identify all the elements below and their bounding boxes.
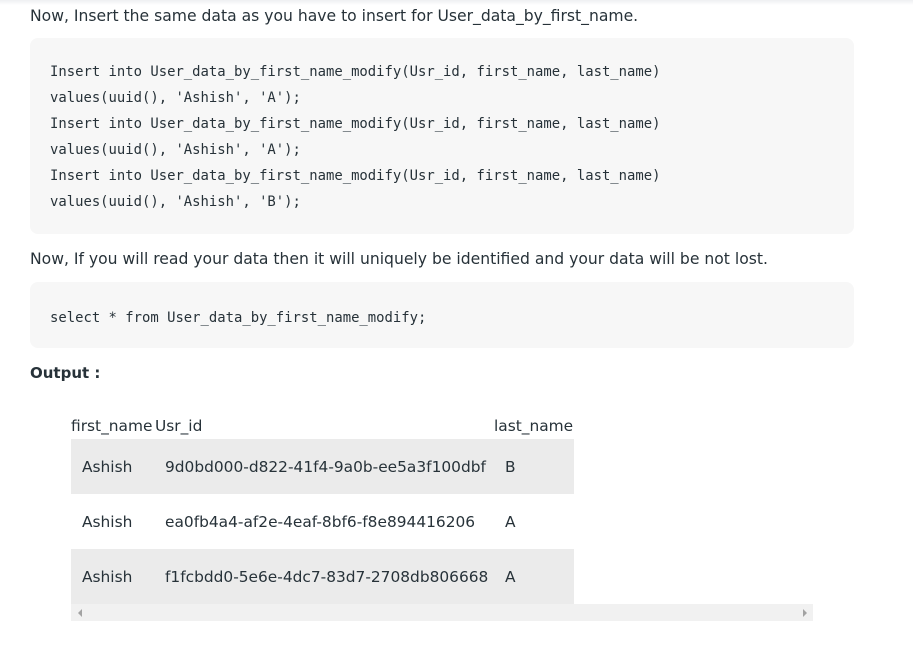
triangle-right-icon [802,608,807,617]
column-header-last-name: last_name [494,417,574,435]
cell-first-name: Ashish [82,568,133,586]
read-paragraph: Now, If you will read your data then it … [30,250,768,268]
cell-usr-id: f1fcbdd0-5e6e-4dc7-83d7-2708db806668 [165,568,489,586]
code-line: select * from User_data_by_first_name_mo… [50,310,427,326]
code-line: Insert into User_data_by_first_name_modi… [50,64,661,80]
horizontal-scrollbar[interactable] [71,604,813,621]
code-line: Insert into User_data_by_first_name_modi… [50,168,661,184]
select-code-block: select * from User_data_by_first_name_mo… [30,282,854,348]
cell-last-name: A [505,568,516,586]
table-header: first_name Usr_id last_name [71,412,574,439]
code-line: values(uuid(), 'Ashish', 'B'); [50,194,301,210]
insert-code-block: Insert into User_data_by_first_name_modi… [30,38,854,234]
cell-first-name: Ashish [82,513,133,531]
column-header-usr-id: Usr_id [155,417,203,435]
cell-last-name: B [505,458,516,476]
code-line: values(uuid(), 'Ashish', 'A'); [50,142,301,158]
table-row: Ashish ea0fb4a4-af2e-4eaf-8bf6-f8e894416… [71,494,574,549]
cell-first-name: Ashish [82,458,133,476]
table-row: Ashish 9d0bd000-d822-41f4-9a0b-ee5a3f100… [71,439,574,494]
column-header-first-name: first_name [71,417,153,435]
cell-usr-id: ea0fb4a4-af2e-4eaf-8bf6-f8e894416206 [165,513,476,531]
code-line: values(uuid(), 'Ashish', 'A'); [50,90,301,106]
cell-last-name: A [505,513,516,531]
scroll-left-button[interactable] [71,604,88,621]
code-line: Insert into User_data_by_first_name_modi… [50,116,661,132]
output-label: Output : [30,364,101,382]
intro-paragraph: Now, Insert the same data as you have to… [30,7,639,25]
scroll-right-button[interactable] [796,604,813,621]
top-shadow [0,0,913,5]
triangle-left-icon [77,608,82,617]
output-table: first_name Usr_id last_name Ashish 9d0bd… [71,412,813,621]
table-row: Ashish f1fcbdd0-5e6e-4dc7-83d7-2708db806… [71,549,574,604]
cell-usr-id: 9d0bd000-d822-41f4-9a0b-ee5a3f100dbf [165,458,486,476]
